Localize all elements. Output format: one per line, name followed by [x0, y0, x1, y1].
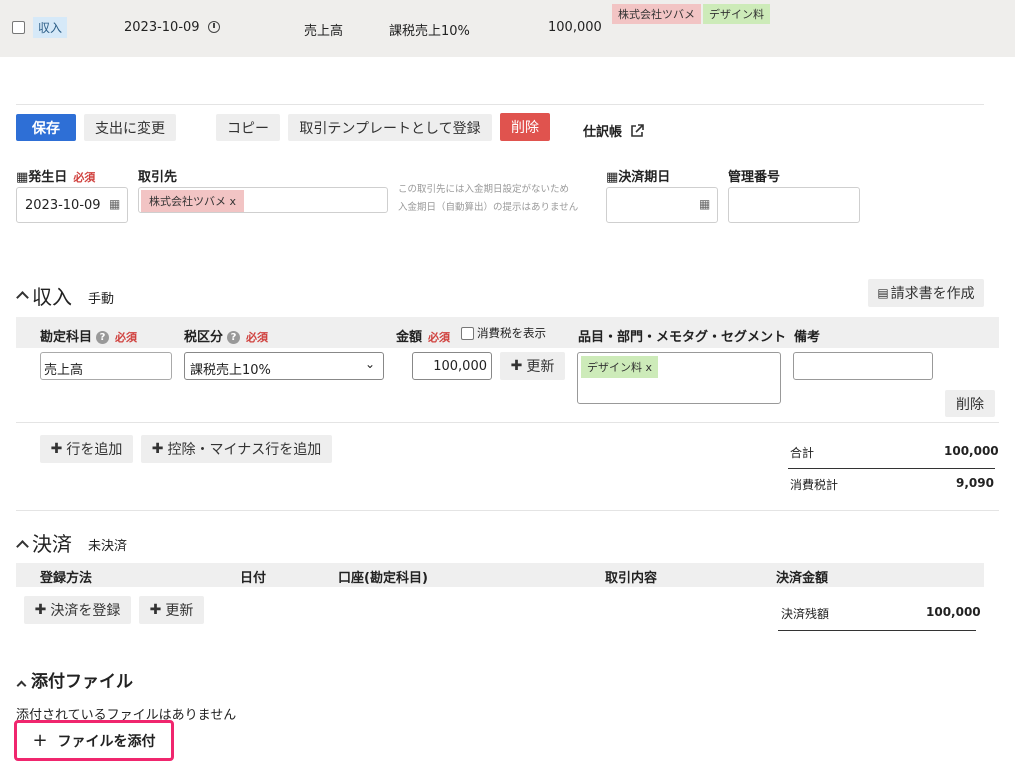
show-tax-toggle[interactable]: 消費税を表示: [461, 325, 546, 341]
delete-button[interactable]: 削除: [500, 113, 550, 141]
divider: [16, 422, 999, 423]
tax-total-value: 9,090: [956, 476, 994, 490]
collapse-caret-icon[interactable]: [16, 540, 29, 553]
plus-icon: ✚: [510, 358, 523, 374]
divider: [16, 510, 999, 511]
settlement-table-header: [16, 563, 984, 587]
add-deduct-row-button[interactable]: ✚ 控除・マイナス行を追加: [141, 435, 332, 463]
col-method-header: 登録方法: [40, 571, 93, 586]
total-divider: [788, 468, 995, 469]
issue-date-label: ▦発生日 必須: [16, 170, 96, 185]
partner-note-line2: 入金期日（自動算出）の提示はありません: [398, 202, 579, 213]
col-note-header: 備考: [794, 330, 821, 345]
partner-input[interactable]: 株式会社ツバメ x: [138, 187, 388, 213]
attach-file-button[interactable]: + ファイルを添付: [20, 725, 168, 756]
divider: [16, 104, 984, 105]
create-invoice-button[interactable]: ▤ 請求書を作成: [868, 279, 984, 307]
note-input[interactable]: [793, 352, 933, 380]
journal-link[interactable]: 仕訳帳: [583, 121, 644, 140]
collapse-caret-icon[interactable]: [16, 291, 29, 304]
chevron-down-icon: ⌄: [365, 357, 376, 371]
income-mode: 手動: [88, 292, 115, 307]
balance-divider: [778, 630, 976, 631]
row-partner-tag: 株式会社ツバメ: [612, 4, 701, 24]
col-date-header: 日付: [240, 571, 267, 586]
calendar-icon: ▦: [699, 197, 711, 211]
register-settlement-button[interactable]: ✚ 決済を登録: [24, 596, 131, 624]
transaction-list-row[interactable]: 収入 2023-10-09 売上高 課税売上10% 100,000 株式会社ツバ…: [0, 0, 1015, 57]
col-settle-amount-header: 決済金額: [776, 571, 829, 586]
attachments-section-title: 添付ファイル: [31, 672, 133, 692]
external-link-icon: [631, 123, 644, 137]
plus-icon: ✚: [50, 441, 63, 457]
help-icon: ?: [227, 331, 241, 344]
collapse-caret-icon[interactable]: [16, 680, 27, 691]
register-template-button[interactable]: 取引テンプレートとして登録: [288, 114, 492, 141]
balance-value: 100,000: [926, 605, 981, 619]
settlement-section-title: 決済: [32, 532, 72, 556]
plus-icon: ✚: [149, 602, 162, 618]
partner-chip[interactable]: 株式会社ツバメ x: [141, 190, 245, 212]
type-badge: 収入: [33, 17, 68, 38]
plus-icon: +: [32, 730, 48, 751]
col-amount-header: 金額 必須: [396, 330, 451, 345]
change-to-expense-button[interactable]: 支出に変更: [84, 114, 176, 141]
due-date-input[interactable]: ▦: [606, 187, 718, 223]
copy-button[interactable]: コピー: [216, 114, 280, 141]
journal-link-label: 仕訳帳: [583, 125, 623, 140]
document-icon: ▤: [877, 286, 889, 300]
row-item-tag: デザイン料: [703, 4, 770, 24]
remove-icon: x: [645, 361, 653, 374]
remove-icon: x: [229, 195, 237, 208]
row-tax: 課税売上10%: [389, 24, 470, 39]
settlement-status: 未決済: [88, 539, 128, 554]
col-settle-account-header: 口座(勘定科目): [338, 571, 428, 586]
total-label: 合計: [790, 446, 815, 460]
help-icon: ?: [96, 331, 110, 344]
account-input[interactable]: 売上高: [40, 352, 172, 380]
plus-icon: ✚: [34, 602, 47, 618]
total-value: 100,000: [944, 444, 999, 458]
tax-total-label: 消費税計: [790, 478, 839, 492]
update-settlement-button[interactable]: ✚ 更新: [139, 596, 204, 624]
issue-date-input[interactable]: 2023-10-09 ▦: [16, 187, 128, 223]
col-content-header: 取引内容: [605, 571, 658, 586]
delete-row-button[interactable]: 削除: [945, 390, 995, 417]
clock-icon: [208, 21, 220, 33]
calendar-icon: ▦: [109, 197, 121, 211]
col-items-header: 品目・部門・メモタグ・セグメント: [578, 330, 787, 345]
tax-select[interactable]: 課税売上10% ⌄: [184, 352, 384, 380]
amount-input[interactable]: 100,000: [412, 352, 492, 380]
plus-icon: ✚: [151, 441, 164, 457]
balance-label: 決済残額: [781, 607, 830, 621]
mgmt-no-input[interactable]: [728, 187, 860, 223]
calendar-icon: ▦: [606, 170, 619, 185]
update-amount-button[interactable]: ✚ 更新: [500, 352, 565, 380]
row-account: 売上高: [304, 24, 344, 39]
row-amount: 100,000: [548, 20, 602, 35]
partner-note-line1: この取引先には入金期日設定がないため: [398, 184, 570, 195]
row-date: 2023-10-09: [124, 20, 200, 35]
item-chip[interactable]: デザイン料 x: [581, 356, 659, 378]
income-section-title: 収入: [32, 285, 72, 309]
partner-label: 取引先: [138, 170, 178, 185]
due-date-label: ▦決済期日: [606, 170, 671, 185]
items-input[interactable]: デザイン料 x: [577, 352, 781, 404]
mgmt-no-label: 管理番号: [728, 170, 781, 185]
show-tax-checkbox[interactable]: [461, 326, 474, 340]
save-button[interactable]: 保存: [16, 114, 76, 141]
col-account-header: 勘定科目? 必須: [40, 330, 138, 345]
add-row-button[interactable]: ✚ 行を追加: [40, 435, 133, 463]
col-tax-header: 税区分? 必須: [184, 330, 269, 345]
row-checkbox[interactable]: [12, 21, 25, 34]
calendar-icon: ▦: [16, 170, 29, 185]
